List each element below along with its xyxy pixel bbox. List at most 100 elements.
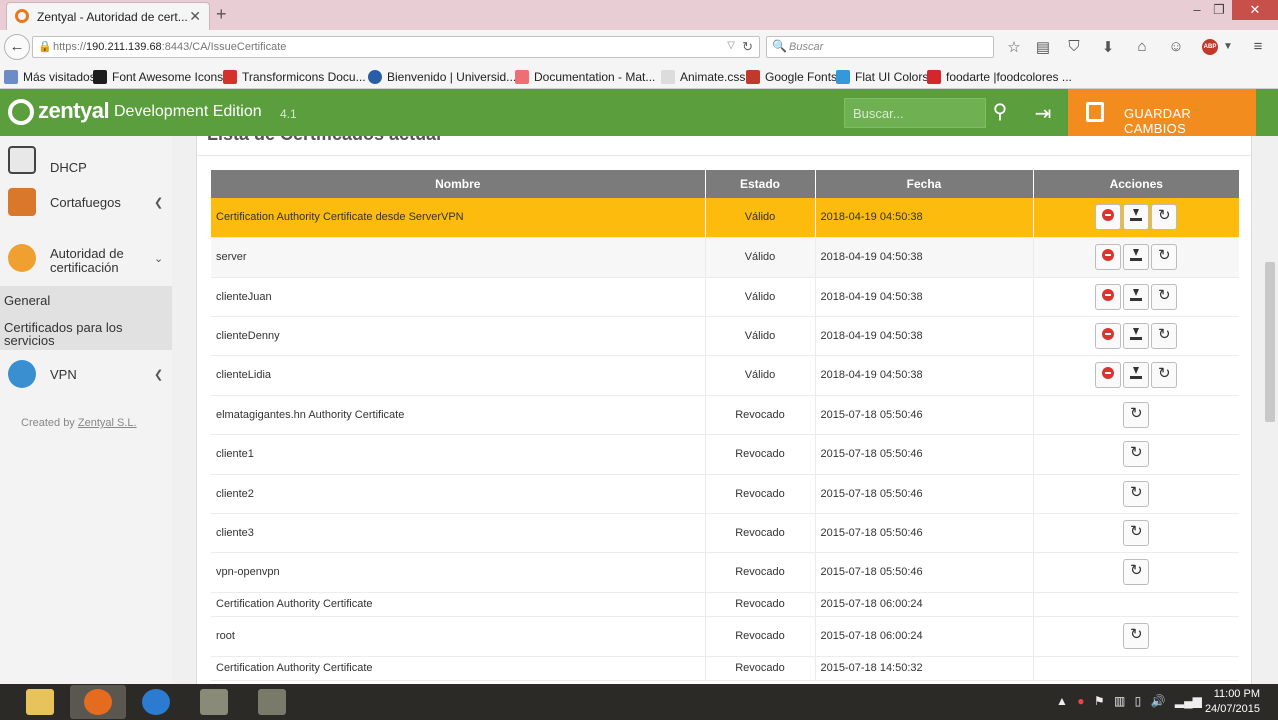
- taskbar-firefox[interactable]: [70, 685, 126, 719]
- download-button[interactable]: [1123, 322, 1150, 349]
- cert-status-cell: Válido: [705, 198, 816, 238]
- revoke-button[interactable]: [1095, 322, 1122, 349]
- volume-icon[interactable]: 🔊: [1151, 694, 1166, 708]
- taskbar-explorer[interactable]: [12, 685, 68, 719]
- adblock-plus-icon[interactable]: ABP: [1202, 39, 1218, 55]
- bookmark-most-visited[interactable]: Más visitados: [4, 70, 96, 84]
- submenu-item-general[interactable]: General: [4, 294, 50, 307]
- bookmark-foodarte[interactable]: foodarte |foodcolores ...: [927, 70, 1072, 84]
- revoke-button[interactable]: [1095, 362, 1122, 388]
- column-header-fecha[interactable]: Fecha: [815, 170, 1034, 198]
- sidebar-item-cortafuegos[interactable]: Cortafuegos ❮: [0, 186, 172, 220]
- maximize-window-icon[interactable]: ❐: [1206, 2, 1232, 18]
- url-dropdown-icon[interactable]: ▽: [727, 40, 735, 51]
- bookmark-font-awesome[interactable]: Font Awesome Icons: [93, 70, 223, 84]
- revoke-button[interactable]: [1095, 204, 1122, 231]
- sidebar: DHCP Cortafuegos ❮ Autoridad de certifica…: [0, 136, 172, 684]
- save-changes-button[interactable]: GUARDAR CAMBIOS: [1068, 89, 1256, 136]
- downloads-icon[interactable]: ⬇: [1098, 38, 1118, 56]
- download-button[interactable]: [1123, 362, 1150, 388]
- close-window-icon[interactable]: ✕: [1232, 0, 1278, 20]
- tray-expand-icon[interactable]: ▲: [1056, 694, 1068, 708]
- tab-close-icon[interactable]: ✕: [189, 8, 201, 25]
- column-header-estado[interactable]: Estado: [705, 170, 816, 198]
- search-icon[interactable]: ⚲: [986, 98, 1014, 128]
- url-bar[interactable]: 🔒 https://190.211.139.68:8443/CA/IssueCe…: [32, 36, 760, 58]
- scrollbar-thumb[interactable]: [1265, 262, 1275, 422]
- page-scrollbar[interactable]: [1262, 136, 1278, 684]
- taskbar-app[interactable]: [244, 685, 300, 719]
- chevron-left-icon: ❮: [154, 197, 164, 209]
- gmail-icon[interactable]: ●: [1077, 694, 1084, 708]
- network-tray-icon[interactable]: ▥: [1114, 694, 1125, 708]
- reload-icon[interactable]: ↻: [742, 39, 753, 55]
- cert-name-cell: cliente1: [211, 434, 706, 475]
- download-button[interactable]: [1123, 244, 1150, 270]
- renew-button[interactable]: ↻: [1151, 322, 1178, 349]
- submenu-item-certificados-servicios[interactable]: Certificados para los servicios: [4, 321, 123, 347]
- bookmark-flat-ui-colors[interactable]: Flat UI Colors: [836, 70, 928, 84]
- renew-icon: ↻: [1157, 365, 1171, 382]
- google-fonts-icon: [746, 70, 760, 84]
- bookmark-transformicons[interactable]: Transformicons Docu...: [223, 70, 366, 84]
- bookmark-google-fonts[interactable]: Google Fonts: [746, 70, 837, 84]
- header-search-input[interactable]: Buscar...: [844, 98, 986, 128]
- renew-button[interactable]: ↻: [1151, 283, 1178, 310]
- column-header-nombre[interactable]: Nombre: [211, 170, 706, 198]
- renew-button[interactable]: ↻: [1151, 362, 1178, 388]
- renew-icon: ↻: [1129, 404, 1143, 422]
- new-tab-button[interactable]: +: [216, 4, 227, 25]
- renew-button[interactable]: ↻: [1151, 244, 1178, 270]
- sidebar-item-label: Cortafuegos: [50, 195, 121, 210]
- cert-actions-cell: ↻: [1033, 474, 1239, 514]
- cert-date-cell: 2018-04-19 04:50:38: [815, 316, 1034, 356]
- battery-icon[interactable]: ▯: [1135, 694, 1142, 708]
- flag-icon[interactable]: ⚑: [1094, 694, 1105, 708]
- download-button[interactable]: [1123, 204, 1150, 231]
- flat-ui-icon: [836, 70, 850, 84]
- sidebar-item-vpn[interactable]: VPN ❮: [0, 358, 172, 392]
- clock-time[interactable]: 11:00 PM: [1196, 688, 1260, 700]
- chevron-down-icon: ⌄: [154, 253, 164, 265]
- browser-search-input[interactable]: 🔍 Buscar: [766, 36, 994, 58]
- search-placeholder: Buscar: [789, 41, 824, 53]
- revoke-button[interactable]: [1095, 244, 1122, 270]
- firewall-icon: [8, 188, 36, 216]
- logout-icon[interactable]: ⇥: [1028, 101, 1058, 127]
- sidebar-item-autoridad-certificacion[interactable]: Autoridad de certificación ⌄: [0, 240, 172, 276]
- cert-actions-cell: ↻: [1033, 395, 1239, 435]
- renew-button[interactable]: ↻: [1123, 480, 1150, 507]
- revoke-button[interactable]: [1095, 283, 1122, 310]
- bookmark-animate-css[interactable]: Animate.css: [661, 70, 745, 84]
- sidebar-item-dhcp[interactable]: DHCP: [0, 144, 172, 176]
- browser-tab[interactable]: Zentyal - Autoridad de cert... ✕: [6, 2, 210, 30]
- renew-button[interactable]: ↻: [1123, 441, 1150, 467]
- edition-label: Development Edition: [114, 103, 262, 120]
- bookmark-universidad[interactable]: Bienvenido | Universid...: [368, 70, 516, 84]
- hamburger-menu-icon[interactable]: ≡: [1248, 38, 1268, 55]
- pocket-icon[interactable]: ⛉: [1064, 38, 1084, 55]
- taskbar-ie[interactable]: [128, 685, 184, 719]
- table-row: cliente2 Revocado 2015-07-18 05:50:46 ↻: [211, 474, 1239, 514]
- sidebar-item-label: DHCP: [50, 160, 87, 175]
- back-button[interactable]: ←: [4, 34, 30, 60]
- taskbar: ▲ ● ⚑ ▥ ▯ 🔊 ▂▄▆ 11:00 PM 24/07/2015: [0, 684, 1278, 720]
- bookmark-star-icon[interactable]: ☆: [1004, 38, 1024, 56]
- chat-icon[interactable]: ☺: [1166, 38, 1186, 55]
- taskbar-terminal[interactable]: [186, 685, 242, 719]
- cert-name-cell: elmatagigantes.hn Authority Certificate: [211, 395, 706, 435]
- renew-button[interactable]: ↻: [1123, 401, 1150, 428]
- cert-name-cell: server: [211, 237, 706, 278]
- renew-button[interactable]: ↻: [1123, 559, 1150, 585]
- renew-button[interactable]: ↻: [1151, 204, 1178, 231]
- credit-link[interactable]: Zentyal S.L.: [78, 417, 137, 429]
- bookmarks-menu-icon[interactable]: ▤: [1033, 38, 1053, 56]
- renew-button[interactable]: ↻: [1123, 519, 1150, 546]
- adblock-dropdown-icon[interactable]: ▼: [1218, 41, 1238, 52]
- home-icon[interactable]: ⌂: [1132, 38, 1152, 55]
- bookmark-materialize[interactable]: Documentation - Mat...: [515, 70, 655, 84]
- download-button[interactable]: [1123, 283, 1150, 310]
- renew-button[interactable]: ↻: [1123, 623, 1150, 649]
- clock-date[interactable]: 24/07/2015: [1196, 703, 1260, 715]
- cert-status-cell: Válido: [705, 316, 816, 356]
